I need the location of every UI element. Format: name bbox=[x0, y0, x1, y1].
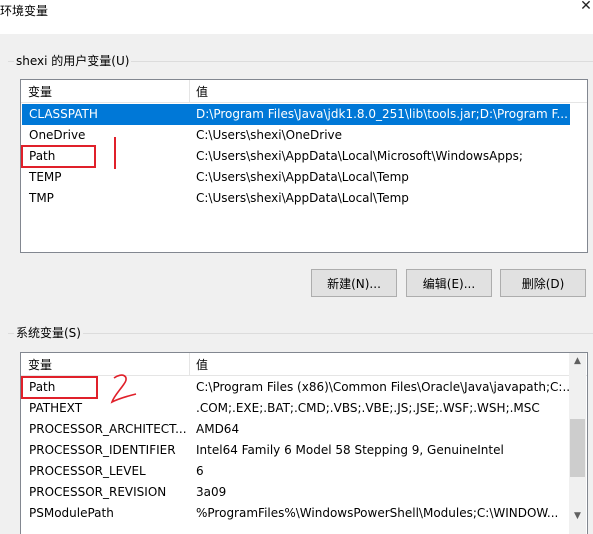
annotation-highlight-box bbox=[21, 376, 98, 399]
table-row[interactable]: PATHEXT .COM;.EXE;.BAT;.CMD;.VBS;.VBE;.J… bbox=[22, 398, 570, 419]
table-row[interactable]: OneDrive C:\Users\shexi\OneDrive bbox=[22, 125, 570, 146]
var-value: %ProgramFiles%\WindowsPowerShell\Modules… bbox=[196, 506, 559, 520]
var-value: AMD64 bbox=[196, 422, 240, 436]
var-value: C:\Program Files (x86)\Common Files\Orac… bbox=[196, 380, 574, 394]
table-row[interactable]: PSModulePath %ProgramFiles%\WindowsPower… bbox=[22, 503, 570, 524]
title-bar: 环境变量 ✕ bbox=[0, 0, 593, 34]
table-row[interactable]: CLASSPATH D:\Program Files\Java\jdk1.8.0… bbox=[22, 104, 570, 125]
system-vars-list[interactable]: 变量 值 Path C:\Program Files (x86)\Common … bbox=[20, 352, 588, 534]
var-value: C:\Users\shexi\AppData\Local\Microsoft\W… bbox=[196, 149, 523, 163]
var-name: PROCESSOR_ARCHITECT... bbox=[29, 422, 187, 436]
var-value: D:\Program Files\Java\jdk1.8.0_251\lib\t… bbox=[196, 107, 568, 121]
var-name: PATHEXT bbox=[29, 401, 83, 415]
group-border bbox=[82, 333, 593, 334]
column-separator[interactable] bbox=[189, 80, 190, 102]
table-row[interactable]: PROCESSOR_IDENTIFIER Intel64 Family 6 Mo… bbox=[22, 440, 570, 461]
var-name: TMP bbox=[29, 191, 54, 205]
table-row[interactable]: TMP C:\Users\shexi\AppData\Local\Temp bbox=[22, 188, 570, 209]
col-header-variable[interactable]: 变量 bbox=[28, 83, 52, 100]
table-row[interactable]: Path C:\Program Files (x86)\Common Files… bbox=[22, 377, 574, 398]
table-row[interactable]: PROCESSOR_ARCHITECT... AMD64 bbox=[22, 419, 570, 440]
var-name: CLASSPATH bbox=[29, 107, 98, 121]
annotation-scribble-icon bbox=[110, 374, 137, 404]
col-header-variable[interactable]: 变量 bbox=[28, 356, 52, 373]
var-value: .COM;.EXE;.BAT;.CMD;.VBS;.VBE;.JS;.JSE;.… bbox=[196, 401, 540, 415]
column-separator[interactable] bbox=[189, 353, 190, 375]
col-header-value[interactable]: 值 bbox=[196, 83, 208, 100]
var-value: Intel64 Family 6 Model 58 Stepping 9, Ge… bbox=[196, 443, 504, 457]
var-name: OneDrive bbox=[29, 128, 86, 142]
col-header-value[interactable]: 值 bbox=[196, 356, 208, 373]
user-vars-group-label: shexi 的用户变量(U) bbox=[14, 52, 132, 69]
var-name: PROCESSOR_LEVEL bbox=[29, 464, 146, 478]
table-row[interactable]: PROCESSOR_REVISION 3a09 bbox=[22, 482, 570, 503]
user-vars-list[interactable]: 变量 值 CLASSPATH D:\Program Files\Java\jdk… bbox=[20, 79, 588, 253]
var-name: TEMP bbox=[29, 170, 62, 184]
delete-button[interactable]: 删除(D) bbox=[500, 269, 586, 297]
annotation-mark bbox=[114, 137, 116, 169]
var-value: C:\Users\shexi\AppData\Local\Temp bbox=[196, 191, 409, 205]
table-row[interactable]: TEMP C:\Users\shexi\AppData\Local\Temp bbox=[22, 167, 570, 188]
close-icon[interactable]: ✕ bbox=[579, 0, 593, 14]
scroll-down-icon[interactable]: ▼ bbox=[569, 508, 586, 525]
vertical-scrollbar[interactable]: ▲ ▼ bbox=[569, 353, 586, 534]
system-vars-header: 变量 值 bbox=[21, 353, 587, 376]
var-value: 6 bbox=[196, 464, 204, 478]
scrollbar-thumb[interactable] bbox=[570, 419, 585, 477]
var-name: PSModulePath bbox=[29, 506, 114, 520]
user-vars-header: 变量 值 bbox=[21, 80, 587, 103]
table-row[interactable]: Path C:\Users\shexi\AppData\Local\Micros… bbox=[22, 146, 570, 167]
var-name: PROCESSOR_REVISION bbox=[29, 485, 167, 499]
table-row[interactable]: PROCESSOR_LEVEL 6 bbox=[22, 461, 570, 482]
edit-button[interactable]: 编辑(E)... bbox=[406, 269, 492, 297]
window-title: 环境变量 bbox=[0, 4, 49, 18]
annotation-highlight-box bbox=[21, 145, 96, 168]
var-value: C:\Users\shexi\AppData\Local\Temp bbox=[196, 170, 409, 184]
group-border bbox=[130, 61, 593, 62]
system-vars-group-label: 系统变量(S) bbox=[14, 324, 83, 341]
var-name: PROCESSOR_IDENTIFIER bbox=[29, 443, 176, 457]
var-value: C:\Users\shexi\OneDrive bbox=[196, 128, 343, 142]
scroll-up-icon[interactable]: ▲ bbox=[569, 353, 586, 370]
var-value: 3a09 bbox=[196, 485, 227, 499]
new-button[interactable]: 新建(N)... bbox=[311, 269, 397, 297]
